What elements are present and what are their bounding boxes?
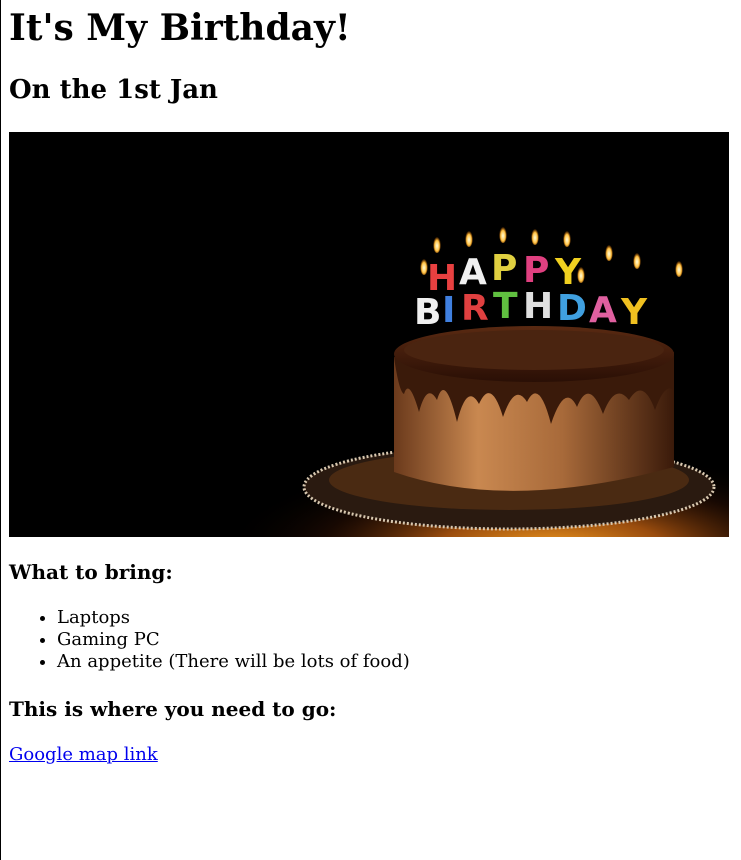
svg-text:T: T xyxy=(493,286,518,327)
svg-text:P: P xyxy=(523,250,549,291)
svg-text:A: A xyxy=(459,252,487,293)
svg-text:Y: Y xyxy=(620,292,648,333)
page-title: It's My Birthday! xyxy=(9,7,351,49)
svg-text:D: D xyxy=(557,288,587,329)
birthday-cake-icon: H A P P Y B I R T H D A Y xyxy=(9,132,729,537)
svg-text:B: B xyxy=(414,292,441,333)
google-map-link[interactable]: Google map link xyxy=(9,744,158,766)
bring-heading: What to bring: xyxy=(9,560,173,584)
svg-text:H: H xyxy=(523,286,553,327)
list-item: Gaming PC xyxy=(57,629,410,651)
bring-list: Laptops Gaming PC An appetite (There wil… xyxy=(9,607,410,673)
svg-text:A: A xyxy=(589,290,617,331)
list-item: Laptops xyxy=(57,607,410,629)
svg-text:R: R xyxy=(461,288,489,329)
location-heading: This is where you need to go: xyxy=(9,697,337,721)
svg-text:P: P xyxy=(491,248,517,289)
list-item: An appetite (There will be lots of food) xyxy=(57,651,410,673)
date-heading: On the 1st Jan xyxy=(9,75,218,105)
birthday-cake-image: H A P P Y B I R T H D A Y xyxy=(9,132,729,537)
svg-text:I: I xyxy=(442,290,455,331)
